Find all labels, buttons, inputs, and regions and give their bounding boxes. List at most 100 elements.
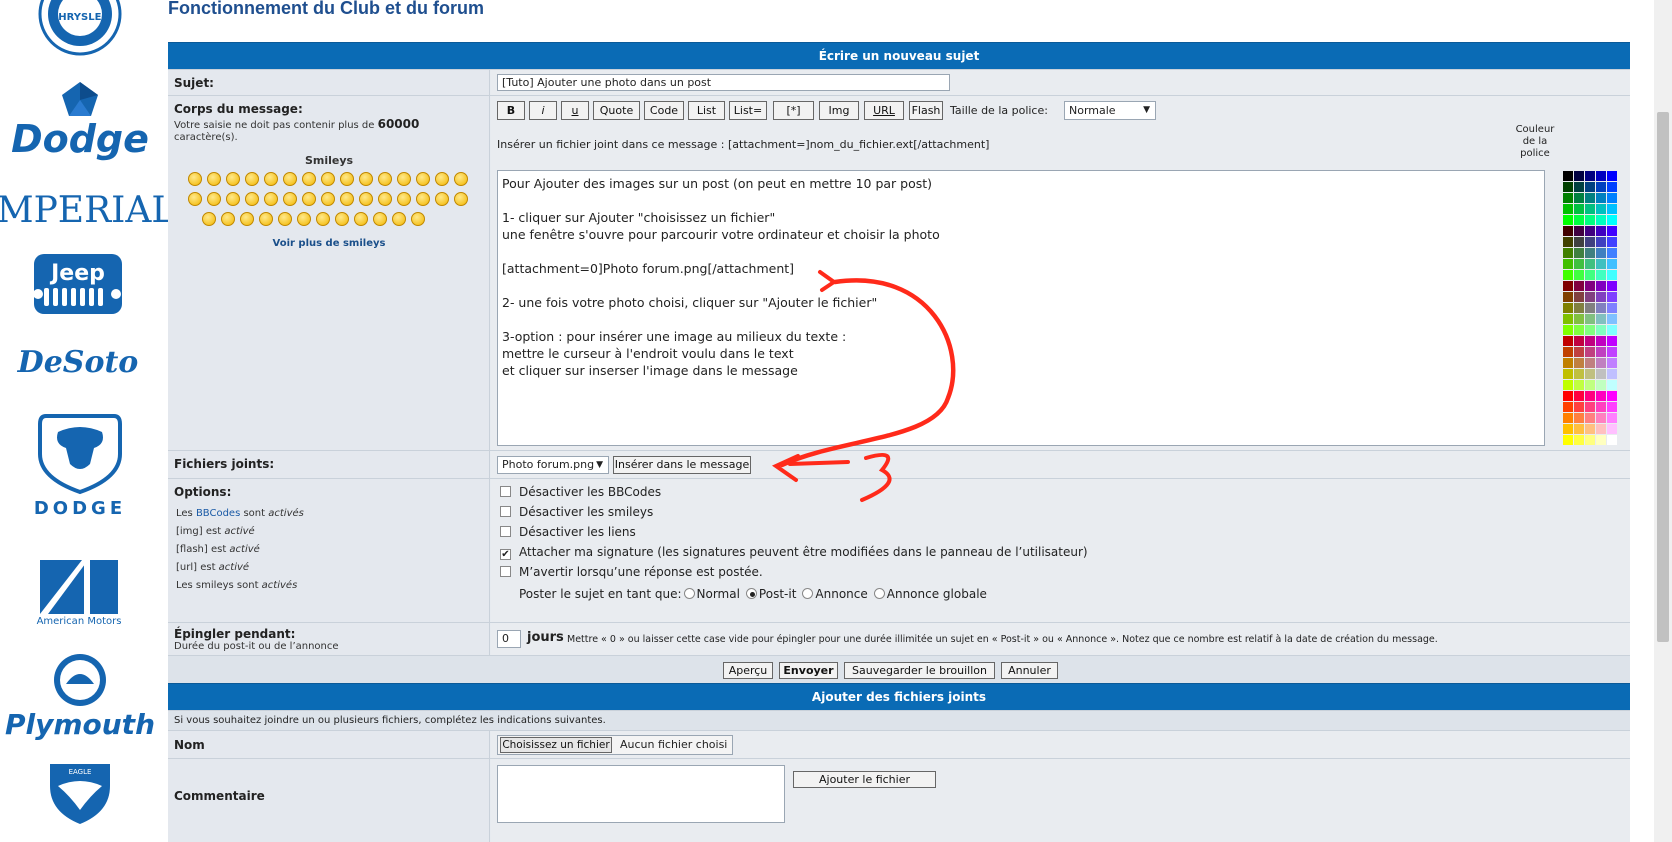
- smiley-icon[interactable]: [335, 212, 349, 226]
- color-swatch[interactable]: [1607, 292, 1617, 302]
- bold-button[interactable]: B: [497, 101, 525, 120]
- checkbox-icon[interactable]: [500, 506, 511, 517]
- color-swatch[interactable]: [1574, 424, 1584, 434]
- color-swatch[interactable]: [1607, 215, 1617, 225]
- color-swatch[interactable]: [1596, 204, 1606, 214]
- submit-button[interactable]: Envoyer: [779, 662, 838, 679]
- color-swatch[interactable]: [1585, 435, 1595, 445]
- color-swatch[interactable]: [1607, 226, 1617, 236]
- smiley-icon[interactable]: [264, 172, 278, 186]
- smiley-icon[interactable]: [354, 212, 368, 226]
- color-swatch[interactable]: [1574, 171, 1584, 181]
- color-swatch[interactable]: [1596, 215, 1606, 225]
- radio-icon[interactable]: [873, 588, 885, 599]
- color-swatch[interactable]: [1585, 281, 1595, 291]
- color-swatch[interactable]: [1596, 325, 1606, 335]
- url-button[interactable]: URL: [864, 101, 904, 120]
- smiley-icon[interactable]: [378, 192, 392, 206]
- smiley-icon[interactable]: [264, 192, 278, 206]
- color-swatch[interactable]: [1607, 435, 1617, 445]
- color-swatch[interactable]: [1585, 270, 1595, 280]
- list-ordered-button[interactable]: List=: [729, 101, 767, 120]
- color-swatch[interactable]: [1574, 226, 1584, 236]
- color-swatch[interactable]: [1596, 391, 1606, 401]
- color-swatch[interactable]: [1585, 402, 1595, 412]
- smiley-icon[interactable]: [416, 192, 430, 206]
- color-swatch[interactable]: [1596, 435, 1606, 445]
- color-swatch[interactable]: [1563, 193, 1573, 203]
- color-swatch[interactable]: [1585, 391, 1595, 401]
- color-swatch[interactable]: [1563, 402, 1573, 412]
- color-swatch[interactable]: [1596, 237, 1606, 247]
- color-swatch[interactable]: [1563, 292, 1573, 302]
- smiley-icon[interactable]: [359, 172, 373, 186]
- preview-button[interactable]: Aperçu: [723, 662, 773, 679]
- color-swatch[interactable]: [1607, 402, 1617, 412]
- color-swatch[interactable]: [1596, 281, 1606, 291]
- smiley-icon[interactable]: [207, 192, 221, 206]
- list-button[interactable]: List: [688, 101, 725, 120]
- color-swatch[interactable]: [1607, 325, 1617, 335]
- smiley-icon[interactable]: [188, 172, 202, 186]
- color-swatch[interactable]: [1607, 193, 1617, 203]
- color-swatch[interactable]: [1596, 292, 1606, 302]
- color-swatch[interactable]: [1574, 237, 1584, 247]
- cancel-button[interactable]: Annuler: [1001, 662, 1058, 679]
- color-swatch[interactable]: [1596, 193, 1606, 203]
- smiley-icon[interactable]: [378, 172, 392, 186]
- smiley-icon[interactable]: [188, 192, 202, 206]
- smiley-icon[interactable]: [278, 212, 292, 226]
- code-button[interactable]: Code: [644, 101, 684, 120]
- color-swatch[interactable]: [1585, 204, 1595, 214]
- color-swatch[interactable]: [1574, 204, 1584, 214]
- checkbox-icon[interactable]: [500, 526, 511, 537]
- color-swatch[interactable]: [1563, 204, 1573, 214]
- color-swatch[interactable]: [1574, 303, 1584, 313]
- color-swatch[interactable]: [1563, 314, 1573, 324]
- attachment-select[interactable]: Photo forum.png ▼: [497, 456, 609, 474]
- color-swatch[interactable]: [1563, 281, 1573, 291]
- color-swatch[interactable]: [1607, 369, 1617, 379]
- choose-file-button[interactable]: Choisissez un fichier: [500, 737, 612, 753]
- color-swatch[interactable]: [1574, 336, 1584, 346]
- color-swatch[interactable]: [1574, 270, 1584, 280]
- smiley-icon[interactable]: [245, 172, 259, 186]
- color-swatch[interactable]: [1596, 226, 1606, 236]
- color-swatch[interactable]: [1563, 358, 1573, 368]
- option-checkbox-row[interactable]: Désactiver les smileys: [500, 505, 653, 519]
- color-swatch[interactable]: [1574, 347, 1584, 357]
- color-swatch[interactable]: [1607, 391, 1617, 401]
- color-swatch[interactable]: [1607, 281, 1617, 291]
- smiley-icon[interactable]: [340, 192, 354, 206]
- smiley-icon[interactable]: [245, 192, 259, 206]
- color-swatch[interactable]: [1607, 182, 1617, 192]
- color-swatch[interactable]: [1563, 182, 1573, 192]
- smiley-icon[interactable]: [321, 172, 335, 186]
- color-swatch[interactable]: [1596, 270, 1606, 280]
- color-swatch[interactable]: [1585, 248, 1595, 258]
- color-swatch[interactable]: [1596, 259, 1606, 269]
- color-swatch[interactable]: [1607, 347, 1617, 357]
- color-swatch[interactable]: [1585, 226, 1595, 236]
- color-swatch[interactable]: [1563, 413, 1573, 423]
- color-swatch[interactable]: [1607, 259, 1617, 269]
- checkbox-icon[interactable]: [500, 566, 511, 577]
- color-swatch[interactable]: [1563, 259, 1573, 269]
- subject-input[interactable]: [Tuto] Ajouter une photo dans un post: [497, 74, 950, 91]
- color-swatch[interactable]: [1563, 215, 1573, 225]
- image-button[interactable]: Img: [819, 101, 859, 120]
- color-swatch[interactable]: [1574, 182, 1584, 192]
- smiley-icon[interactable]: [359, 192, 373, 206]
- color-swatch[interactable]: [1585, 325, 1595, 335]
- color-swatch[interactable]: [1585, 336, 1595, 346]
- color-swatch[interactable]: [1563, 270, 1573, 280]
- color-swatch[interactable]: [1585, 193, 1595, 203]
- smiley-icon[interactable]: [302, 172, 316, 186]
- color-swatch[interactable]: [1563, 325, 1573, 335]
- color-swatch[interactable]: [1574, 325, 1584, 335]
- color-swatch[interactable]: [1574, 215, 1584, 225]
- color-swatch[interactable]: [1596, 314, 1606, 324]
- color-swatch[interactable]: [1607, 413, 1617, 423]
- radio-icon[interactable]: [802, 588, 814, 599]
- smiley-icon[interactable]: [435, 172, 449, 186]
